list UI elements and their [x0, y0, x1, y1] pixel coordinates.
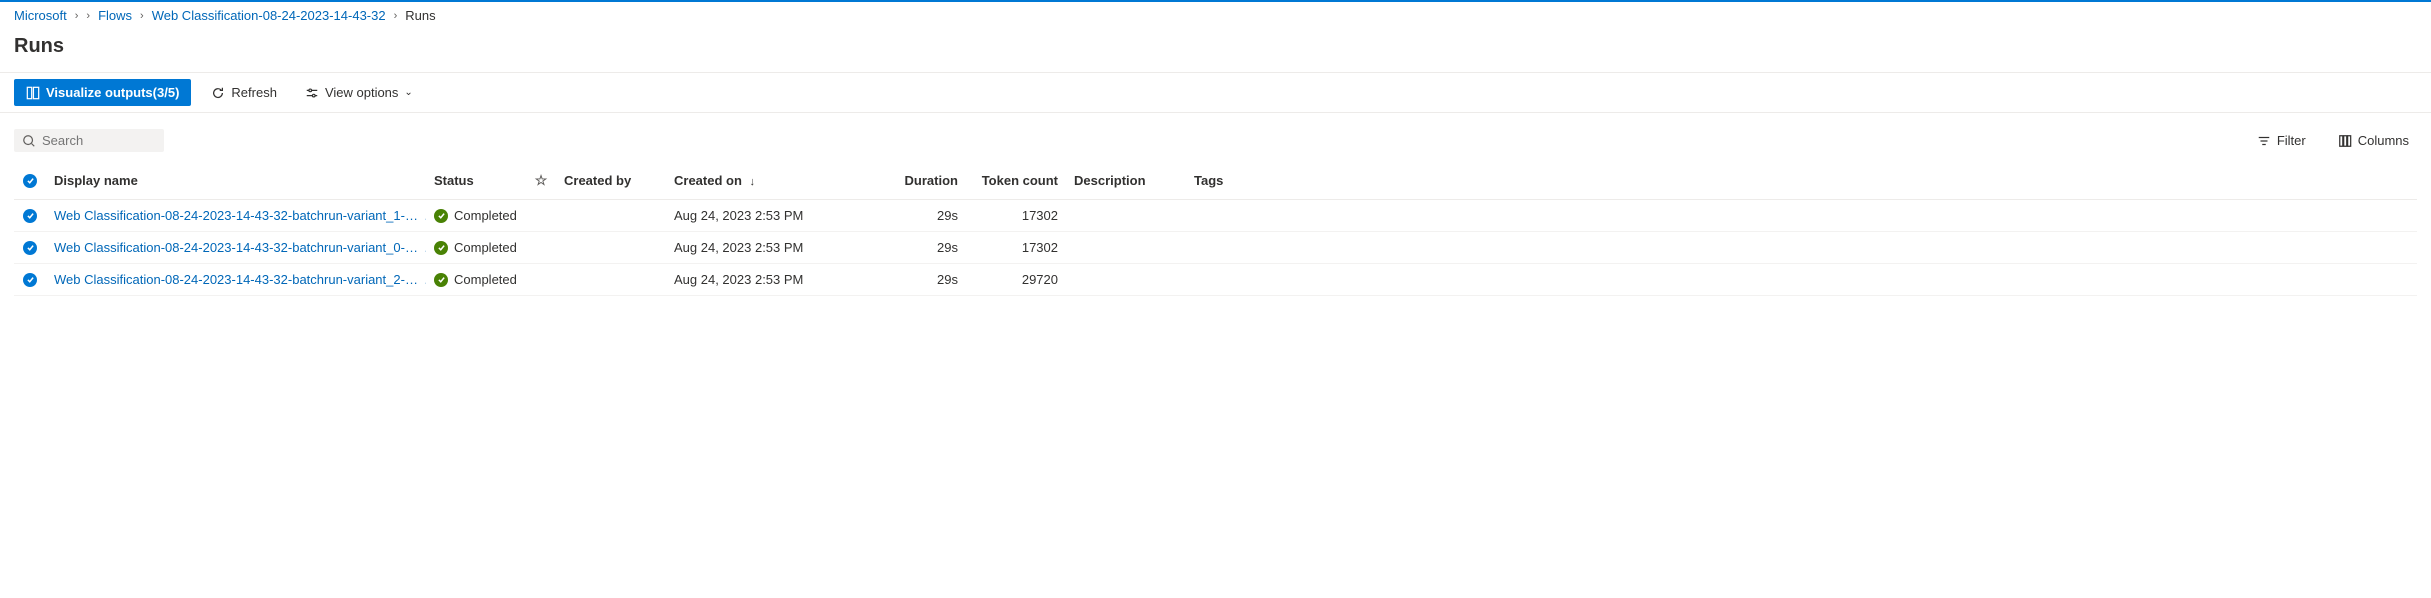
chevron-right-icon: › [75, 10, 79, 22]
success-icon [434, 273, 448, 287]
view-options-button[interactable]: View options ⌄ [297, 79, 421, 106]
header-status[interactable]: Status [426, 162, 526, 200]
view-options-label: View options [325, 85, 398, 100]
header-created-by[interactable]: Created by [556, 162, 666, 200]
columns-label: Columns [2358, 133, 2409, 148]
refresh-label: Refresh [231, 85, 277, 100]
header-display-name[interactable]: Display name [46, 162, 426, 200]
status-text: Completed [454, 272, 517, 287]
chevron-down-icon: ⌄ [404, 87, 412, 98]
breadcrumb-flow-name[interactable]: Web Classification-08-24-2023-14-43-32 [152, 8, 386, 23]
status-badge: Completed [434, 240, 518, 255]
search-input[interactable] [42, 133, 156, 148]
sort-down-icon: ↓ [750, 176, 756, 188]
visualize-outputs-button[interactable]: Visualize outputs(3/5) [14, 79, 191, 106]
breadcrumb-current: Runs [405, 8, 435, 23]
header-tags[interactable]: Tags [1186, 162, 1306, 200]
description-cell [1066, 232, 1186, 264]
created-on-cell: Aug 24, 2023 2:53 PM [666, 264, 886, 296]
created-by-cell [556, 232, 666, 264]
status-text: Completed [454, 240, 517, 255]
refresh-button[interactable]: Refresh [203, 79, 285, 106]
token-count-cell: 29720 [966, 264, 1066, 296]
success-icon [434, 241, 448, 255]
check-circle-icon [23, 174, 37, 188]
breadcrumb-flows[interactable]: Flows [98, 8, 132, 23]
toolbar: Visualize outputs(3/5) Refresh View opti… [0, 72, 2431, 113]
description-cell [1066, 264, 1186, 296]
refresh-icon [211, 86, 225, 100]
run-name-link[interactable]: Web Classification-08-24-2023-14-43-32-b… [54, 208, 424, 223]
chevron-right-icon: › [394, 10, 398, 22]
tags-cell [1186, 264, 1306, 296]
created-by-cell [556, 264, 666, 296]
created-on-cell: Aug 24, 2023 2:53 PM [666, 200, 886, 232]
row-select-icon[interactable] [23, 273, 37, 287]
search-icon [22, 134, 36, 148]
status-badge: Completed [434, 272, 518, 287]
tags-cell [1186, 232, 1306, 264]
header-favorite[interactable]: ☆ [526, 162, 556, 200]
search-input-wrapper[interactable] [14, 129, 164, 152]
created-on-cell: Aug 24, 2023 2:53 PM [666, 232, 886, 264]
layout-icon [26, 86, 40, 100]
run-name-link[interactable]: Web Classification-08-24-2023-14-43-32-b… [54, 240, 424, 255]
duration-cell: 29s [886, 232, 966, 264]
success-icon [434, 209, 448, 223]
status-badge: Completed [434, 208, 518, 223]
chevron-right-icon: › [140, 10, 144, 22]
visualize-outputs-label: Visualize outputs(3/5) [46, 85, 179, 100]
header-created-on-label: Created on [674, 173, 742, 188]
description-cell [1066, 200, 1186, 232]
columns-icon [2338, 134, 2352, 148]
created-by-cell [556, 200, 666, 232]
header-select-all[interactable] [14, 162, 46, 200]
filter-icon [2257, 134, 2271, 148]
chevron-right-icon: › [86, 10, 90, 22]
star-icon: ☆ [535, 172, 548, 188]
page-title: Runs [0, 29, 2431, 72]
header-description[interactable]: Description [1066, 162, 1186, 200]
status-text: Completed [454, 208, 517, 223]
table-row[interactable]: Web Classification-08-24-2023-14-43-32-b… [14, 264, 2417, 296]
breadcrumb: Microsoft › › Flows › Web Classification… [0, 2, 2431, 29]
token-count-cell: 17302 [966, 200, 1066, 232]
row-select-icon[interactable] [23, 209, 37, 223]
table-row[interactable]: Web Classification-08-24-2023-14-43-32-b… [14, 232, 2417, 264]
breadcrumb-root[interactable]: Microsoft [14, 8, 67, 23]
token-count-cell: 17302 [966, 232, 1066, 264]
runs-table: Display name Status ☆ Created by Created… [14, 162, 2417, 296]
header-duration[interactable]: Duration [886, 162, 966, 200]
duration-cell: 29s [886, 200, 966, 232]
tags-cell [1186, 200, 1306, 232]
header-token-count[interactable]: Token count [966, 162, 1066, 200]
run-name-link[interactable]: Web Classification-08-24-2023-14-43-32-b… [54, 272, 424, 287]
filter-button[interactable]: Filter [2249, 127, 2314, 154]
duration-cell: 29s [886, 264, 966, 296]
filter-label: Filter [2277, 133, 2306, 148]
columns-button[interactable]: Columns [2330, 127, 2417, 154]
table-row[interactable]: Web Classification-08-24-2023-14-43-32-b… [14, 200, 2417, 232]
header-created-on[interactable]: Created on ↓ [666, 162, 886, 200]
settings-icon [305, 86, 319, 100]
row-select-icon[interactable] [23, 241, 37, 255]
